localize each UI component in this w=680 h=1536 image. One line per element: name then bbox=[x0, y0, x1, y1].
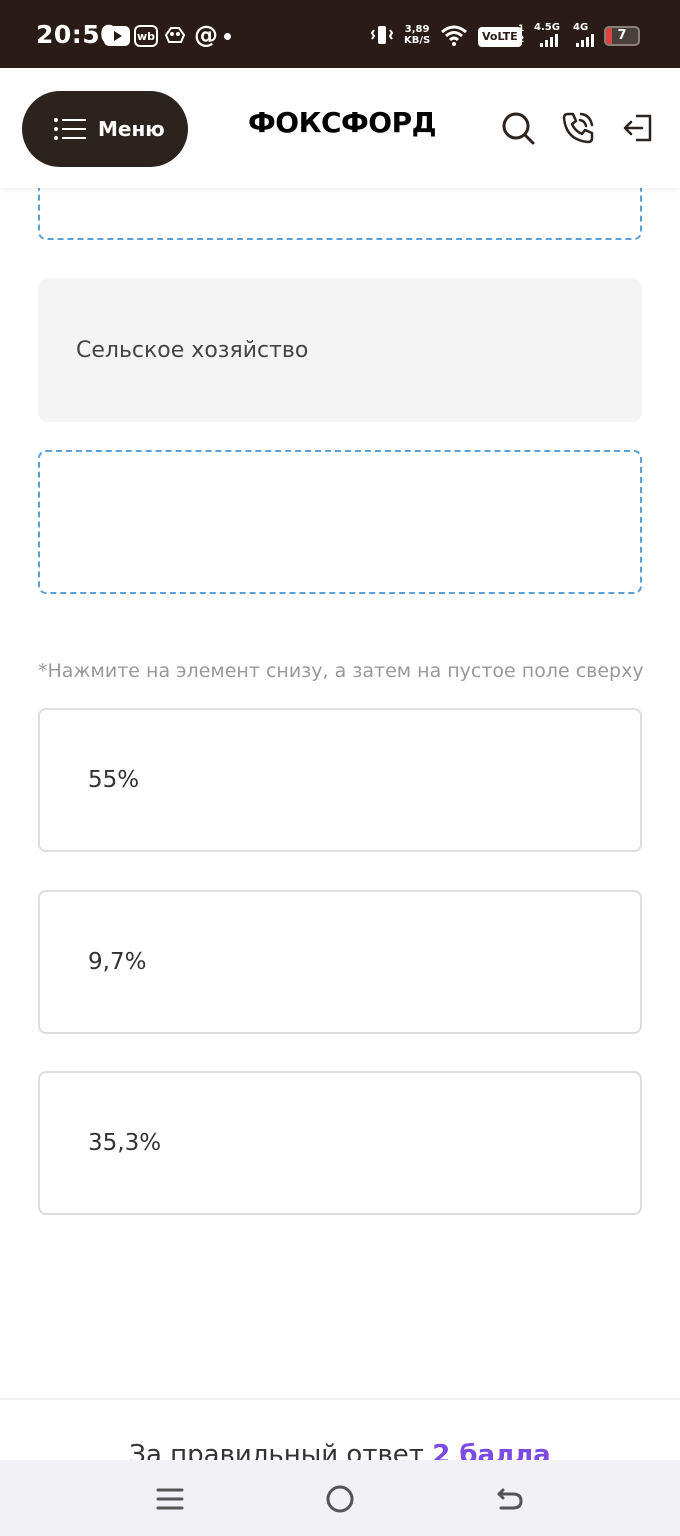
wildberries-icon: wb bbox=[134, 25, 158, 47]
answer-option-label: 9,7% bbox=[88, 949, 147, 975]
menu-label: Меню bbox=[98, 117, 165, 141]
category-card: Сельское хозяйство bbox=[38, 278, 642, 422]
status-bar: 20:50 wb @ 3,89 KB/S VoLTE 1 2 4.5G 4G 7 bbox=[0, 0, 680, 68]
category-label: Сельское хозяйство bbox=[76, 337, 309, 363]
recent-apps-icon[interactable] bbox=[153, 1482, 187, 1516]
answer-option-label: 55% bbox=[88, 767, 140, 793]
answer-option-label: 35,3% bbox=[88, 1130, 162, 1156]
network-speed: 3,89 KB/S bbox=[404, 24, 431, 46]
network-type-1: 4.5G bbox=[534, 22, 560, 33]
site-header: Меню ФОКСФОРД bbox=[0, 68, 680, 188]
wifi-icon bbox=[440, 22, 468, 48]
battery-icon: 7 bbox=[604, 26, 640, 46]
answer-option[interactable]: 35,3% bbox=[38, 1071, 642, 1215]
home-icon[interactable] bbox=[323, 1482, 357, 1516]
answer-option[interactable]: 9,7% bbox=[38, 890, 642, 1034]
network-type-2: 4G bbox=[573, 22, 589, 33]
menu-list-icon bbox=[54, 118, 86, 140]
dot-icon bbox=[224, 33, 231, 40]
divider bbox=[0, 1398, 680, 1400]
volte-badge: VoLTE bbox=[478, 27, 522, 47]
site-logo[interactable]: ФОКСФОРД bbox=[248, 106, 437, 139]
signal-icon bbox=[576, 34, 594, 47]
answer-drop-zone[interactable] bbox=[38, 450, 642, 594]
vibrate-icon bbox=[370, 22, 394, 48]
search-icon[interactable] bbox=[498, 108, 538, 148]
game-icon bbox=[162, 22, 188, 48]
answer-option[interactable]: 55% bbox=[38, 708, 642, 852]
sim-numbers: 1 2 bbox=[518, 24, 525, 45]
system-nav-bar bbox=[0, 1460, 680, 1536]
instruction-hint: *Нажмите на элемент снизу, а затем на пу… bbox=[38, 660, 644, 682]
back-icon[interactable] bbox=[493, 1482, 527, 1516]
phone-icon[interactable] bbox=[558, 108, 598, 148]
signal-icon bbox=[540, 34, 558, 47]
login-icon[interactable] bbox=[618, 108, 658, 148]
youtube-icon bbox=[104, 26, 130, 46]
at-icon: @ bbox=[194, 21, 218, 49]
battery-level: 7 bbox=[617, 28, 627, 43]
menu-button[interactable]: Меню bbox=[22, 91, 188, 167]
